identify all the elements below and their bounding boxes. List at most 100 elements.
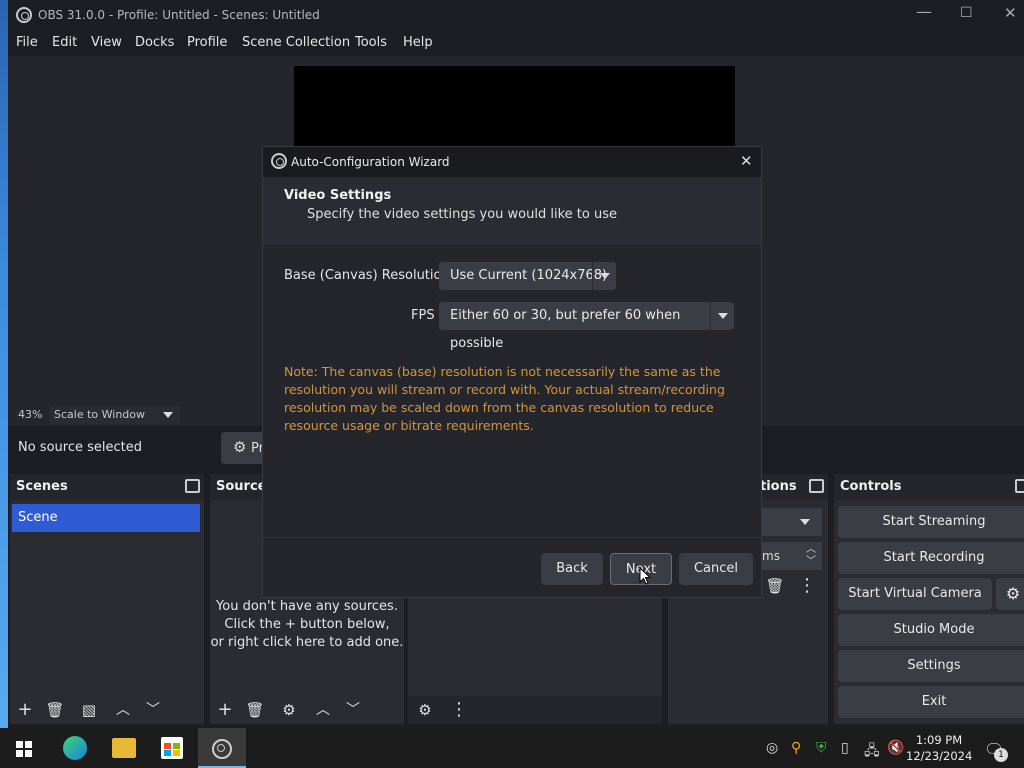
start-virtual-camera-button[interactable]: Start Virtual Camera: [838, 578, 992, 610]
controls-title: Controls: [840, 479, 902, 494]
window-title: OBS 31.0.0 - Profile: Untitled - Scenes:…: [38, 8, 320, 22]
taskbar: ◎ ⚲ ⛨ ▯ 🖧 🔇 1:09 PM 12/23/2024 🗨 1: [0, 728, 1024, 768]
desktop-background: [0, 0, 8, 728]
transition-options-icon[interactable]: ⋮: [794, 574, 820, 598]
remove-scene-icon[interactable]: 🗑: [42, 698, 68, 722]
base-resolution-label: Base (Canvas) Resolution: [284, 268, 450, 283]
volume-muted-icon[interactable]: 🔇: [887, 740, 904, 756]
empty-line: Click the + button below,: [224, 617, 390, 632]
clock[interactable]: 1:09 PM 12/23/2024: [906, 732, 972, 764]
scene-item[interactable]: Scene: [12, 504, 200, 532]
network-icon[interactable]: 🖧: [864, 740, 880, 764]
advanced-audio-icon[interactable]: ⚙: [412, 698, 438, 722]
more-options-icon[interactable]: ⋮: [446, 698, 472, 722]
scale-mode-select[interactable]: Scale to Window: [50, 406, 180, 424]
title-bar: OBS 31.0.0 - Profile: Untitled - Scenes:…: [8, 0, 1024, 30]
obs-logo-icon: [16, 7, 32, 23]
menu-file[interactable]: File: [16, 35, 38, 50]
source-properties-icon[interactable]: ⚙: [276, 698, 302, 722]
gear-icon: ⚙: [233, 438, 247, 456]
undock-icon[interactable]: [809, 479, 824, 493]
base-resolution-value: Use Current (1024x768): [450, 268, 608, 283]
store-tile: [164, 743, 171, 749]
edge-icon[interactable]: [63, 736, 87, 760]
menu-profile[interactable]: Profile: [187, 35, 227, 50]
transitions-title: tions: [760, 479, 797, 494]
dialog-title-bar: Auto-Configuration Wizard ✕: [263, 147, 761, 177]
cancel-button[interactable]: Cancel: [679, 553, 753, 585]
file-explorer-icon[interactable]: [112, 738, 136, 758]
auto-config-wizard-dialog: Auto-Configuration Wizard ✕ Video Settin…: [262, 146, 762, 598]
move-up-icon[interactable]: ︿: [110, 698, 136, 722]
menu-docks[interactable]: Docks: [135, 35, 174, 50]
menu-help[interactable]: Help: [403, 35, 433, 50]
audio-mixer-dock: ⚙ ⋮: [408, 598, 662, 724]
fps-value: Either 60 or 30, but prefer 60 when poss…: [450, 308, 681, 351]
empty-line: You don't have any sources.: [216, 599, 398, 614]
start-recording-button[interactable]: Start Recording: [838, 542, 1024, 574]
undock-icon[interactable]: [185, 479, 200, 493]
battery-icon[interactable]: ▯: [841, 740, 849, 756]
chevron-down-icon: [800, 519, 810, 525]
back-button[interactable]: Back: [541, 553, 603, 585]
scenes-title: Scenes: [16, 479, 68, 494]
move-down-icon[interactable]: ﹀: [340, 698, 366, 722]
move-up-icon[interactable]: ︿: [310, 698, 336, 722]
fps-select[interactable]: Either 60 or 30, but prefer 60 when poss…: [439, 302, 734, 351]
page-heading: Video Settings: [284, 188, 392, 203]
settings-button[interactable]: Settings: [838, 650, 1024, 682]
close-icon[interactable]: ✕: [740, 152, 753, 170]
remove-transition-icon[interactable]: 🗑: [762, 574, 788, 598]
remove-source-icon[interactable]: 🗑: [242, 698, 268, 722]
undock-icon[interactable]: [1015, 479, 1024, 493]
store-icon[interactable]: [161, 737, 183, 759]
zoom-level: 43%: [18, 408, 43, 421]
clock-time: 1:09 PM: [915, 733, 963, 747]
obs-logo-icon: [271, 153, 287, 169]
transition-select[interactable]: [762, 508, 822, 536]
start-streaming-button[interactable]: Start Streaming: [838, 506, 1024, 538]
store-tile: [173, 743, 180, 749]
virtual-camera-settings-gear-icon[interactable]: ⚙: [996, 578, 1024, 610]
controls-dock-header: Controls: [834, 474, 1024, 500]
obs-taskbar-button[interactable]: [198, 728, 246, 768]
chevron-down-icon: [710, 302, 734, 330]
chevron-down-icon: [592, 262, 616, 290]
dialog-header: Video Settings Specify the video setting…: [263, 177, 761, 245]
note-line: resolution you will stream or record wit…: [284, 382, 725, 397]
menu-scene-collection[interactable]: Scene Collection: [242, 35, 350, 50]
source-status: No source selected: [18, 440, 142, 455]
resolution-note: Note: The canvas (base) resolution is no…: [284, 363, 725, 435]
base-resolution-select[interactable]: Use Current (1024x768): [439, 262, 616, 290]
add-scene-icon[interactable]: +: [12, 698, 38, 722]
scenes-dock-header: Scenes: [10, 474, 204, 500]
minimize-icon[interactable]: —: [916, 2, 932, 21]
duration-field[interactable]: ms ︿ ﹀: [762, 542, 822, 570]
close-window-icon[interactable]: ✕: [1004, 4, 1017, 22]
chevron-down-icon: [163, 412, 173, 418]
obs-tray-icon[interactable]: ◎: [766, 740, 778, 756]
menu-edit[interactable]: Edit: [52, 35, 77, 50]
store-tile: [164, 750, 171, 756]
scene-filters-icon[interactable]: ▧: [76, 698, 102, 722]
scenes-dock: Scenes Scene + 🗑 ▧ ︿ ﹀: [10, 474, 204, 724]
security-shield-icon[interactable]: ⛨: [816, 740, 827, 756]
note-line: resolution may be scaled down from the c…: [284, 400, 714, 415]
search-tray-icon[interactable]: ⚲: [791, 740, 801, 756]
duration-suffix: ms: [762, 549, 780, 563]
exit-button[interactable]: Exit: [838, 686, 1024, 718]
move-down-icon[interactable]: ﹀: [140, 698, 166, 722]
clock-date: 12/23/2024: [906, 749, 973, 763]
notification-count-badge: 1: [994, 748, 1008, 762]
maximize-icon[interactable]: ☐: [960, 5, 973, 21]
store-tile: [173, 750, 180, 756]
divider: [263, 537, 761, 538]
fps-label: FPS: [411, 308, 435, 323]
menu-tools[interactable]: Tools: [355, 35, 387, 50]
menu-bar: File Edit View Docks Profile Scene Colle…: [8, 30, 1024, 56]
studio-mode-button[interactable]: Studio Mode: [838, 614, 1024, 646]
windows-start-icon[interactable]: [16, 741, 32, 757]
menu-view[interactable]: View: [91, 35, 122, 50]
add-source-icon[interactable]: +: [212, 698, 238, 722]
stepper-down-icon[interactable]: ﹀: [806, 548, 816, 576]
